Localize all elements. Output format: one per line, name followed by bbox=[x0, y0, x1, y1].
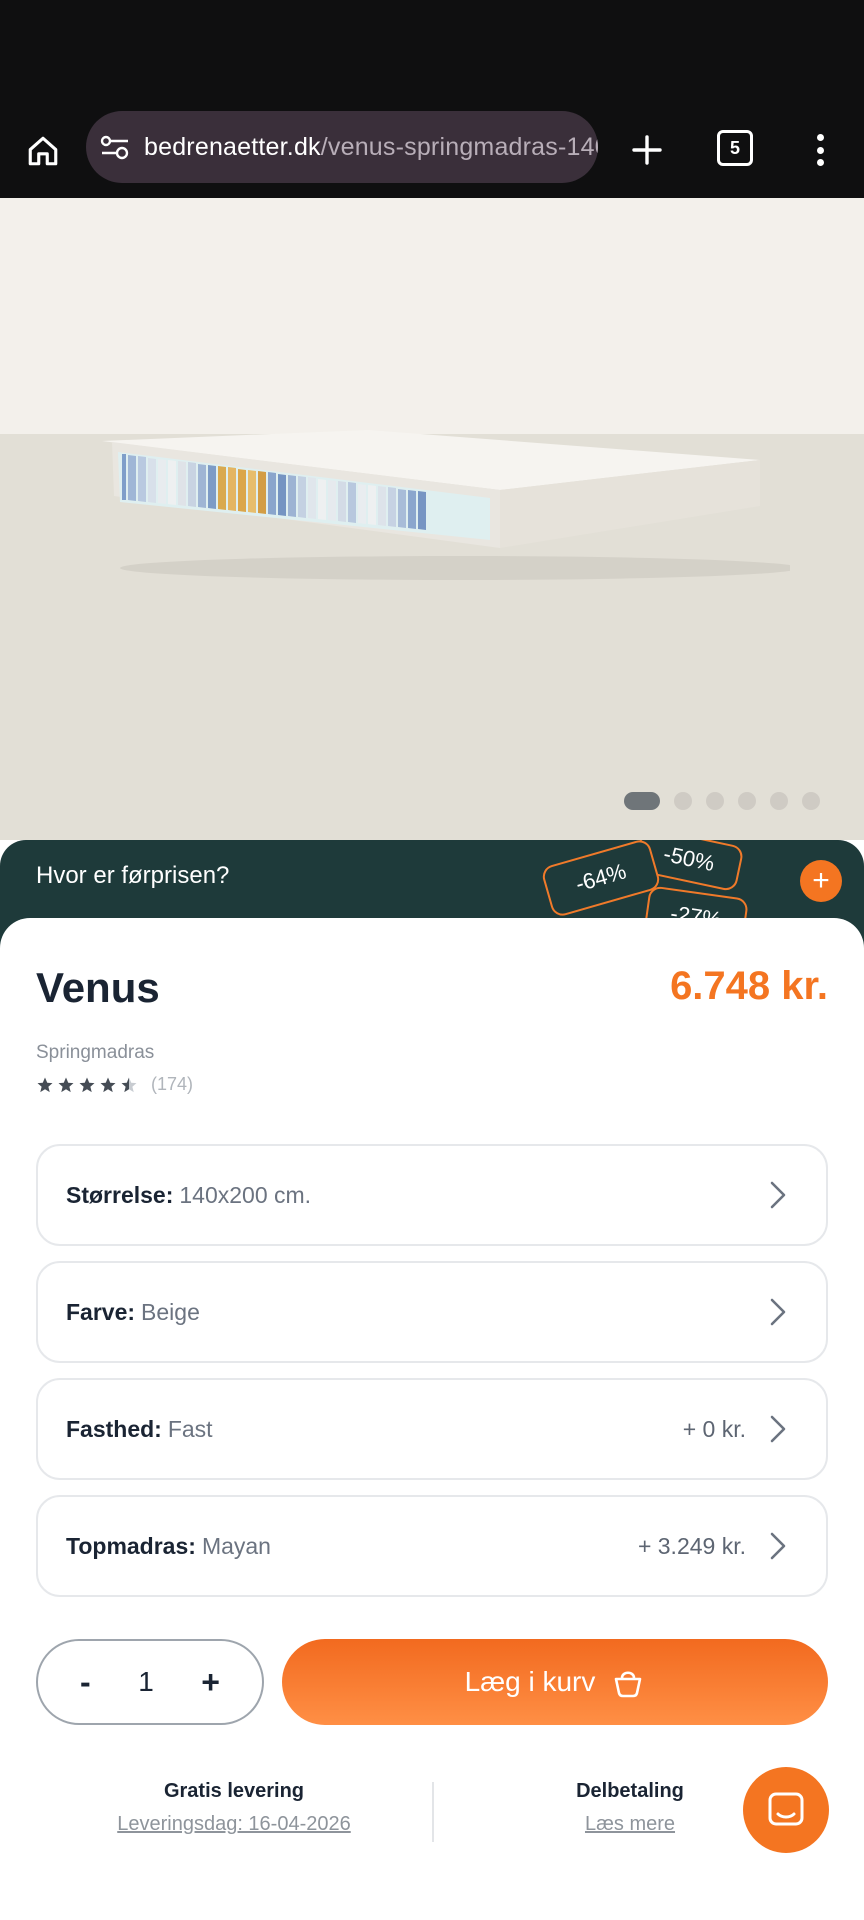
gallery-dot[interactable] bbox=[706, 792, 724, 810]
chevron-right-icon bbox=[770, 1298, 786, 1326]
star-icon bbox=[100, 1077, 116, 1092]
gallery-dot[interactable] bbox=[674, 792, 692, 810]
delivery-date-link[interactable]: Leveringsdag: 16-04-2026 bbox=[64, 1813, 404, 1836]
chat-button[interactable] bbox=[743, 1767, 829, 1853]
product-type: Springmadras bbox=[36, 1042, 155, 1063]
option-firmness[interactable]: Fasthed: Fast + 0 kr. bbox=[36, 1378, 828, 1480]
gallery-dot[interactable] bbox=[738, 792, 756, 810]
option-price-delta: + 3.249 kr. bbox=[637, 1532, 746, 1559]
half-star-icon bbox=[121, 1077, 137, 1092]
discount-tag: -64% bbox=[540, 840, 662, 919]
expand-plus-icon[interactable]: + bbox=[800, 860, 842, 902]
delivery-title: Gratis levering bbox=[163, 1780, 305, 1802]
option-value: Fast bbox=[167, 1415, 213, 1442]
new-tab-icon[interactable] bbox=[625, 128, 669, 172]
star-icon bbox=[58, 1077, 74, 1092]
home-icon[interactable] bbox=[20, 128, 66, 174]
option-size[interactable]: Størrelse: 140x200 cm. bbox=[36, 1144, 828, 1246]
option-price-delta: + 0 kr. bbox=[682, 1415, 746, 1442]
site-settings-icon[interactable] bbox=[100, 132, 130, 162]
tab-switcher-icon[interactable]: 5 bbox=[717, 130, 753, 166]
chevron-right-icon bbox=[770, 1532, 786, 1560]
product-price: 6.748 kr. bbox=[670, 964, 828, 1008]
promo-text: Hvor er førprisen? bbox=[36, 862, 230, 889]
url-text: bedrenaetter.dk/venus-springmadras-140 bbox=[144, 133, 598, 162]
option-label: Størrelse: bbox=[66, 1181, 174, 1208]
option-color[interactable]: Farve: Beige bbox=[36, 1261, 828, 1363]
review-count: (174) bbox=[151, 1074, 194, 1094]
browser-toolbar: bedrenaetter.dk/venus-springmadras-140 5 bbox=[0, 110, 864, 198]
gallery-pagination bbox=[624, 792, 820, 810]
url-domain: bedrenaetter.dk bbox=[144, 132, 321, 161]
star-icon bbox=[37, 1077, 53, 1092]
option-label: Fasthed: bbox=[66, 1415, 162, 1442]
option-label: Farve: bbox=[66, 1298, 136, 1325]
quantity-value: 1 bbox=[138, 1666, 154, 1697]
option-value: Mayan bbox=[201, 1532, 271, 1559]
quantity-stepper: - 1 + bbox=[36, 1639, 264, 1725]
chevron-right-icon bbox=[770, 1181, 786, 1209]
tab-count: 5 bbox=[729, 137, 740, 158]
chevron-right-icon bbox=[770, 1415, 786, 1443]
product-details: Venus 6.748 kr. Springmadras (174) Størr… bbox=[0, 918, 864, 1920]
chat-icon bbox=[768, 1792, 804, 1826]
mattress-image bbox=[102, 430, 790, 580]
address-bar[interactable]: bedrenaetter.dk/venus-springmadras-140 bbox=[86, 111, 598, 183]
menu-icon[interactable] bbox=[808, 128, 832, 172]
option-topper[interactable]: Topmadras: Mayan + 3.249 kr. bbox=[36, 1495, 828, 1597]
option-value: 140x200 cm. bbox=[179, 1181, 312, 1208]
gallery-dot[interactable] bbox=[802, 792, 820, 810]
divider bbox=[432, 1782, 434, 1842]
increase-quantity-button[interactable]: + bbox=[201, 1664, 220, 1701]
star-icon bbox=[79, 1077, 95, 1092]
product-name: Venus bbox=[36, 964, 160, 1011]
option-label: Topmadras: bbox=[66, 1532, 196, 1559]
decrease-quantity-button[interactable]: - bbox=[80, 1664, 91, 1701]
product-image-gallery[interactable] bbox=[0, 198, 864, 840]
add-to-cart-label: Læg i kurv bbox=[464, 1666, 596, 1697]
option-value: Beige bbox=[141, 1298, 200, 1325]
gallery-dot[interactable] bbox=[624, 792, 660, 810]
status-bar bbox=[0, 0, 864, 110]
gallery-dot[interactable] bbox=[770, 792, 788, 810]
free-delivery-info: Gratis levering Leveringsdag: 16-04-2026 bbox=[64, 1780, 404, 1836]
url-path: /venus-springmadras-140 bbox=[320, 132, 598, 161]
add-to-cart-button[interactable]: Læg i kurv bbox=[282, 1639, 828, 1725]
basket-icon bbox=[615, 1671, 642, 1698]
rating[interactable]: (174) bbox=[36, 1074, 193, 1095]
